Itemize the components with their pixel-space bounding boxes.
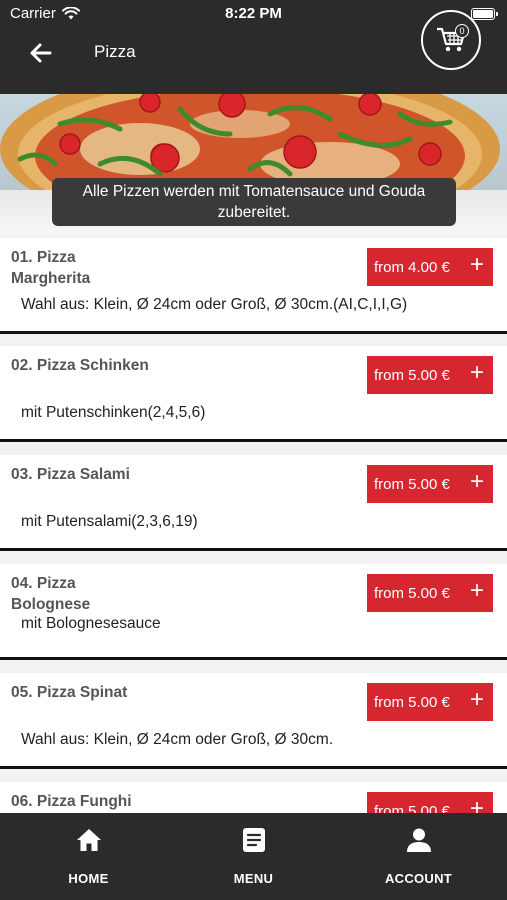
item-name: 03. Pizza Salami <box>11 466 130 483</box>
cart-count-badge: 0 <box>455 24 469 38</box>
notice-line-1: Alle Pizzen werden mit Tomatensauce und … <box>82 183 426 200</box>
menu-item[interactable]: 05. Pizza Spinat from 5.00 € + Wahl aus:… <box>0 673 507 769</box>
price-label: from 5.00 € <box>374 802 450 814</box>
add-to-cart-button[interactable]: from 5.00 € + <box>367 356 493 394</box>
menu-item[interactable]: 02. Pizza Schinken from 5.00 € + mit Put… <box>0 346 507 442</box>
plus-icon: + <box>469 468 484 495</box>
cart-button[interactable]: 0 <box>421 10 481 70</box>
item-description: Wahl aus: Klein, Ø 24cm oder Groß, Ø 30c… <box>21 296 408 313</box>
tab-menu[interactable]: MENU <box>169 813 338 900</box>
bottom-tab-bar: HOME MENU ACCOUNT <box>0 813 507 900</box>
price-label: from 5.00 € <box>374 693 450 711</box>
tab-home[interactable]: HOME <box>4 813 173 900</box>
menu-item[interactable]: 03. Pizza Salami from 5.00 € + mit Puten… <box>0 455 507 551</box>
info-notice: Alle Pizzen werden mit Tomatensauce und … <box>52 178 456 226</box>
item-description: mit Bolognesesauce <box>21 615 161 632</box>
back-arrow-icon[interactable] <box>26 38 56 68</box>
price-label: from 5.00 € <box>374 584 450 602</box>
add-to-cart-button[interactable]: from 4.00 € + <box>367 248 493 286</box>
add-to-cart-button[interactable]: from 5.00 € + <box>367 465 493 503</box>
tab-account[interactable]: ACCOUNT <box>334 813 503 900</box>
price-label: from 5.00 € <box>374 366 450 384</box>
item-description: mit Putensalami(2,3,6,19) <box>21 513 198 530</box>
item-description: Wahl aus: Klein, Ø 24cm oder Groß, Ø 30c… <box>21 731 334 748</box>
menu-item[interactable]: 06. Pizza Funghi from 5.00 € + <box>0 782 507 813</box>
menu-item[interactable]: 01. Pizza Margherita from 4.00 € + Wahl … <box>0 238 507 334</box>
notice-line-2: zubereitet. <box>217 204 291 221</box>
menu-item[interactable]: 04. Pizza Bolognese from 5.00 € + mit Bo… <box>0 564 507 660</box>
menu-list[interactable]: 01. Pizza Margherita from 4.00 € + Wahl … <box>0 236 507 813</box>
pizza-banner-image <box>0 94 507 190</box>
item-name: 02. Pizza Schinken <box>11 357 149 374</box>
price-label: from 4.00 € <box>374 258 450 276</box>
page-title: Pizza <box>94 42 136 61</box>
plus-icon: + <box>469 359 484 386</box>
plus-icon: + <box>469 795 484 814</box>
battery-icon <box>471 8 498 20</box>
plus-icon: + <box>469 686 484 713</box>
tab-menu-label: MENU <box>233 871 274 886</box>
plus-icon: + <box>469 577 484 604</box>
add-to-cart-button[interactable]: from 5.00 € + <box>367 574 493 612</box>
add-to-cart-button[interactable]: from 5.00 € + <box>367 792 493 813</box>
tab-home-label: HOME <box>68 871 109 886</box>
tab-account-label: ACCOUNT <box>384 871 453 886</box>
account-icon <box>407 828 431 852</box>
item-name: 04. Pizza Bolognese <box>11 575 91 613</box>
item-name: 06. Pizza Funghi <box>11 793 132 810</box>
item-name: 05. Pizza Spinat <box>11 684 128 701</box>
home-icon <box>77 829 101 851</box>
plus-icon: + <box>469 251 484 278</box>
add-to-cart-button[interactable]: from 5.00 € + <box>367 683 493 721</box>
price-label: from 5.00 € <box>374 475 450 493</box>
menu-icon <box>243 828 265 852</box>
item-name: 01. Pizza Margherita <box>11 249 91 287</box>
item-description: mit Putenschinken(2,4,5,6) <box>21 404 206 421</box>
